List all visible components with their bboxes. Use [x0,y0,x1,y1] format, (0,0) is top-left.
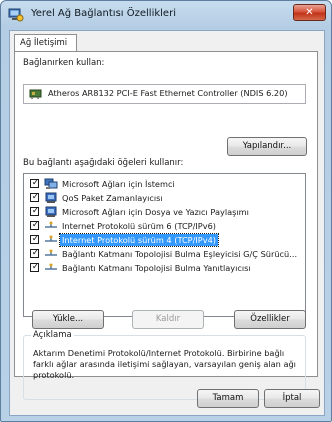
item-checkbox[interactable]: ✓ [30,206,40,216]
description-text: Aktarım Denetimi Protokolü/Internet Prot… [33,348,296,380]
list-item[interactable]: ✓ Microsoft Ağları için Dosya ve Yazıcı … [24,206,305,219]
window-title: Yerel Ağ Bağlantısı Özellikleri [31,8,176,19]
cancel-button[interactable]: İptal [264,389,320,408]
install-button[interactable]: Yükle... [32,310,104,329]
description-title: Açıklama [31,330,74,340]
close-icon: ✕ [305,7,314,18]
item-label: Bağlantı Katmanı Topolojisi Bulma Yanıtl… [62,263,251,273]
check-icon: ✓ [31,178,40,188]
item-checkbox[interactable]: ✓ [30,262,40,272]
protocol-icon [45,235,57,242]
adapter-name: Atheros AR8132 PCI-E Fast Ethernet Contr… [48,88,288,98]
item-label: Internet Protokolü sürüm 4 (TCP/IPv4) [59,233,219,247]
components-list[interactable]: ✓ Microsoft Ağları için İstemci ✓ QoS Pa… [23,173,306,317]
item-label: Bağlantı Katmanı Topolojisi Bulma Eşleyi… [62,249,298,259]
check-icon: ✓ [31,192,40,202]
client-icon [44,178,58,189]
list-item[interactable]: ✓ Bağlantı Katmanı Topolojisi Bulma Yanı… [24,262,305,275]
list-item[interactable]: ✓ QoS Paket Zamanlayıcısı [24,192,305,205]
uninstall-button[interactable]: Kaldır [132,310,204,329]
check-icon: ✓ [31,234,40,244]
protocol-icon [45,221,57,228]
list-item[interactable]: ✓ Internet Protokolü sürüm 4 (TCP/IPv4) [24,233,305,247]
item-checkbox[interactable]: ✓ [30,178,40,188]
list-item[interactable]: ✓ Internet Protokolü sürüm 6 (TCP/IPv6) [24,220,305,233]
item-label: QoS Paket Zamanlayıcısı [62,193,163,203]
item-label: Internet Protokolü sürüm 6 (TCP/IPv6) [62,221,216,231]
properties-button[interactable]: Özellikler [234,310,306,329]
dialog-body: Ağ İletişimi Bağlanırken kullan: Atheros… [9,30,325,416]
close-button[interactable]: ✕ [293,4,326,21]
properties-dialog: Yerel Ağ Bağlantısı Özellikleri ✕ Ağ İle… [0,0,332,422]
protocol-icon [45,263,57,270]
item-label: Microsoft Ağları için Dosya ve Yazıcı Pa… [62,207,249,217]
adapter-field: Atheros AR8132 PCI-E Fast Ethernet Contr… [23,84,306,104]
service-icon [45,206,57,217]
title-bar[interactable]: Yerel Ağ Bağlantısı Özellikleri ✕ [1,1,331,29]
check-icon: ✓ [31,262,40,272]
list-item[interactable]: ✓ Bağlantı Katmanı Topolojisi Bulma Eşle… [24,248,305,261]
network-properties-icon [8,8,24,22]
service-icon [45,192,57,203]
list-item[interactable]: ✓ Microsoft Ağları için İstemci [24,178,305,191]
tab-panel: Bağlanırken kullan: Atheros AR8132 PCI-E… [14,51,318,400]
items-label: Bu bağlantı aşağıdaki öğeleri kullanır: [23,158,184,168]
item-label: Microsoft Ağları için İstemci [62,179,175,189]
item-checkbox[interactable]: ✓ [30,192,40,202]
check-icon: ✓ [31,220,40,230]
item-checkbox[interactable]: ✓ [30,248,40,258]
connect-using-label: Bağlanırken kullan: [23,58,105,68]
network-adapter-icon [29,89,42,99]
item-checkbox[interactable]: ✓ [30,220,40,230]
configure-button[interactable]: Yapılandır... [227,137,307,156]
item-checkbox[interactable]: ✓ [30,234,40,244]
ok-button[interactable]: Tamam [197,389,259,408]
check-icon: ✓ [31,248,40,258]
tab-networking[interactable]: Ağ İletişimi [14,34,77,52]
check-icon: ✓ [31,206,40,216]
protocol-icon [45,249,57,256]
